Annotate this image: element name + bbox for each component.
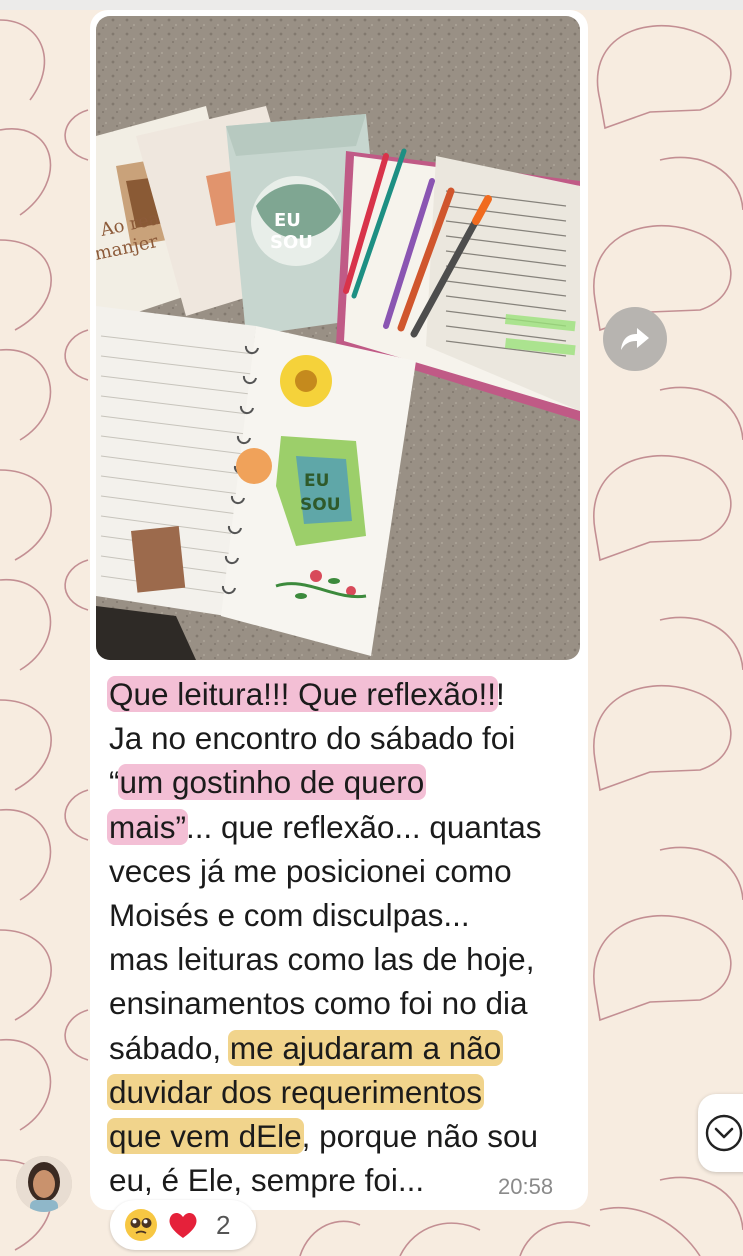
message-line: ensinamentos como foi no dia [109,981,579,1025]
pleading-face-icon [125,1209,157,1241]
message-line: que vem dEle, porque não sou [107,1114,579,1158]
message-line: “um gostinho de quero [109,760,579,804]
forward-arrow-icon [621,328,649,350]
message-line: mas leituras como las de hoje, [109,937,579,981]
reaction-count: 2 [216,1209,231,1240]
svg-text:EU: EU [274,210,301,231]
message-line: Ja no encontro do sábado foi [109,716,579,760]
message-line: veces já me posicionei como [109,849,579,893]
svg-text:SOU: SOU [270,232,313,253]
svg-text:SOU: SOU [300,495,341,515]
highlighted-text-yellow: duvidar dos requerimentos [107,1073,484,1110]
scroll-to-bottom-button[interactable] [698,1094,743,1172]
message-line: Moisés e com disculpas... [109,893,579,937]
message-text-segment: mas leituras como las de hoje, [109,941,535,978]
message-text-segment: veces já me posicionei como [109,852,512,889]
top-status-strip [0,0,743,10]
message-text-segment: sábado, [109,1029,230,1066]
message-line: sábado, me ajudaram a não [109,1026,579,1070]
message-text: Que leitura!!! Que reflexão!!! Ja no enco… [107,672,579,1202]
message-photo[interactable]: Ao rea manjer EU SOU EU SOU [96,16,580,660]
message-text-segment: eu, é Ele, sempre foi... [109,1162,425,1199]
message-text-segment: Ja no encontro do sábado foi [109,720,516,757]
highlighted-text-pink: mais” [107,808,188,845]
red-heart-icon [169,1212,197,1238]
reactions-pill[interactable]: 2 [110,1200,256,1250]
sender-avatar[interactable] [16,1156,72,1212]
highlighted-text-yellow: me ajudaram a não [227,1029,504,1066]
message-line: Que leitura!!! Que reflexão!!! [107,672,579,716]
message-text-segment: Moisés e com disculpas... [109,896,470,933]
photo-illustration: Ao rea manjer EU SOU EU SOU [96,16,580,660]
message-timestamp: 20:58 [498,1174,554,1199]
chevron-down-icon [705,1114,743,1152]
highlighted-text-pink: Que leitura!!! Que reflexão!! [107,676,498,712]
svg-text:EU: EU [304,471,329,491]
message-text-segment: ! [495,676,505,712]
message-text-segment: , porque não sou [301,1117,539,1154]
highlighted-text-pink: um gostinho de quero [117,764,427,801]
message-line: duvidar dos requerimentos [107,1070,579,1114]
message-line: mais”... que reflexão... quantas [107,805,579,849]
message-text-segment: ... que reflexão... quantas [186,808,542,845]
message-text-segment: ensinamentos como foi no dia [109,985,528,1022]
forward-button[interactable] [603,307,667,371]
highlighted-text-yellow: que vem dEle [107,1117,304,1154]
